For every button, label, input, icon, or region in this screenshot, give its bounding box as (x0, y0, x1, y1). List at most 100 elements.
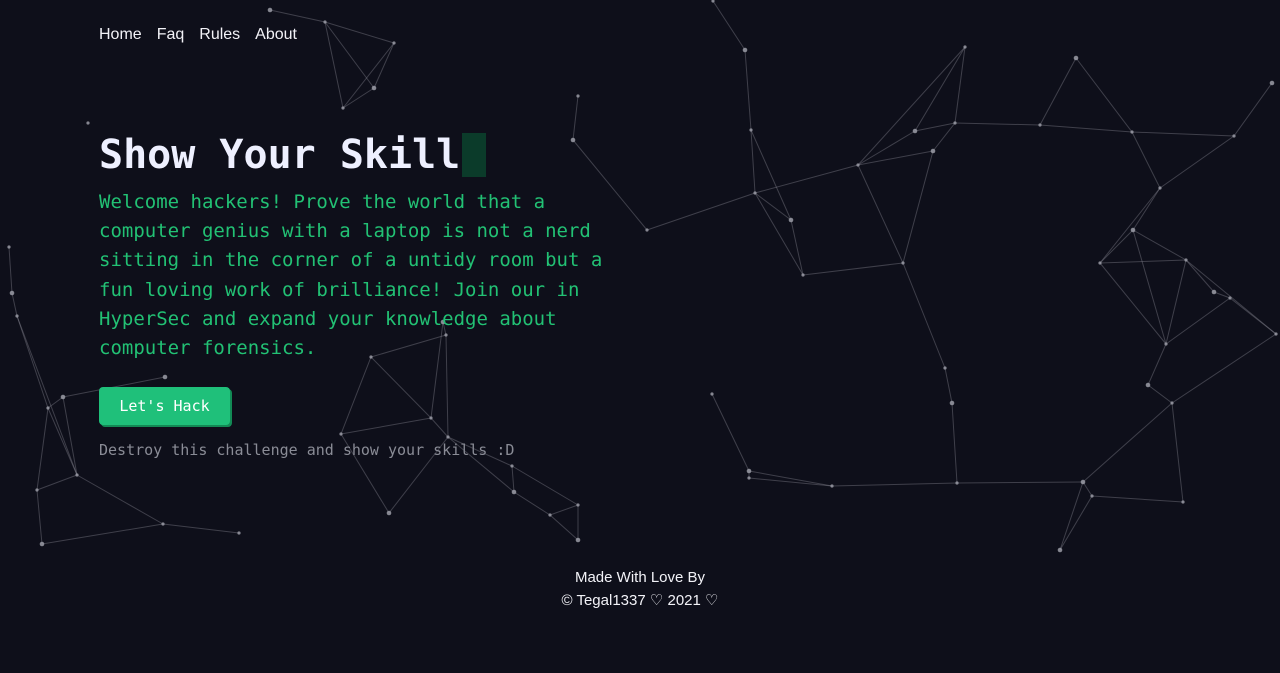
particle-node (953, 121, 957, 125)
particle-node (1073, 55, 1079, 61)
particle-node (341, 106, 345, 110)
particle-link (857, 164, 904, 264)
top-navigation: Home Faq Rules About (99, 26, 297, 44)
particle-link (269, 9, 326, 23)
particle-link (1233, 82, 1273, 137)
particle-link (1099, 259, 1187, 264)
particle-node (7, 245, 11, 249)
particle-node (429, 416, 433, 420)
particle-node (1098, 261, 1102, 265)
particle-node (830, 484, 834, 488)
particle-node (1181, 500, 1185, 504)
particle-link (754, 192, 804, 276)
particle-node (548, 513, 552, 517)
particle-link (802, 262, 904, 276)
particle-node (9, 290, 15, 296)
nav-faq-link[interactable]: Faq (157, 26, 185, 44)
particle-link (790, 219, 804, 276)
particle-link (1159, 135, 1235, 189)
particle-link (511, 465, 515, 493)
particle-link (1171, 402, 1184, 503)
particle-link (8, 246, 13, 294)
particle-link (340, 356, 372, 435)
particle-link (956, 481, 1084, 484)
particle-link (76, 474, 164, 525)
particle-node (742, 47, 748, 53)
particle-node (46, 406, 50, 410)
particle-link (1213, 291, 1231, 299)
particle-node (1080, 479, 1086, 485)
particle-link (549, 504, 579, 516)
nav-rules-link[interactable]: Rules (199, 26, 240, 44)
particle-link (744, 49, 752, 131)
particle-node (1170, 401, 1174, 405)
particle-link (1147, 343, 1167, 386)
footer-made-with-love: Made With Love By (574, 569, 706, 586)
particle-link (1059, 481, 1084, 551)
particle-link (1091, 495, 1184, 503)
particle-node (746, 468, 752, 474)
hero-title: Show Your Skill (99, 132, 461, 178)
hero-title-container: Show Your Skill (99, 130, 629, 180)
particle-link (712, 0, 746, 51)
particle-link (47, 407, 78, 476)
nav-about-link[interactable]: About (255, 26, 297, 44)
nav-home-link[interactable]: Home (99, 26, 142, 44)
particle-link (511, 465, 579, 506)
particle-node (955, 481, 959, 485)
particle-link (944, 367, 953, 404)
particle-node (323, 20, 327, 24)
particle-node (237, 531, 241, 535)
footer-copyright: © Tegal1337 ♡ 2021 ♡ (561, 592, 719, 609)
particle-link (342, 87, 375, 109)
particle-node (1211, 289, 1217, 295)
particle-node (1145, 382, 1151, 388)
particle-link (902, 150, 934, 264)
particle-link (754, 164, 859, 194)
particle-link (36, 474, 78, 491)
particle-node (1090, 494, 1094, 498)
particle-link (36, 407, 49, 491)
particle-node (963, 45, 967, 49)
particle-link (914, 46, 966, 132)
particle-link (954, 122, 1041, 126)
particle-link (11, 292, 18, 317)
particle-link (902, 262, 946, 369)
lets-hack-button[interactable]: Let's Hack (99, 387, 230, 425)
particle-link (373, 42, 395, 89)
particle-link (513, 491, 551, 516)
particle-link (1147, 384, 1173, 404)
particle-link (162, 523, 240, 534)
particle-link (914, 122, 956, 132)
particle-node (912, 128, 918, 134)
particle-node (1038, 123, 1042, 127)
particle-node (1057, 547, 1063, 553)
particle-node (930, 148, 936, 154)
particle-node (267, 7, 273, 13)
particle-node (339, 432, 343, 436)
particle-node (39, 541, 45, 547)
particle-node (576, 503, 580, 507)
particle-node (392, 41, 396, 45)
particle-link (1082, 402, 1173, 483)
particle-node (753, 191, 757, 195)
particle-node (371, 85, 377, 91)
particle-link (1185, 259, 1215, 293)
particle-node (645, 228, 649, 232)
particle-link (1099, 262, 1167, 345)
particle-node (749, 128, 753, 132)
typing-cursor (462, 133, 487, 177)
particle-node (901, 261, 905, 265)
particle-link (1132, 187, 1161, 231)
particle-node (15, 314, 19, 318)
particle-link (1132, 229, 1167, 345)
particle-node (446, 435, 450, 439)
particle-node (162, 374, 168, 380)
particle-node (788, 217, 794, 223)
particle-node (60, 394, 66, 400)
particle-link (1082, 481, 1093, 497)
particle-link (324, 21, 395, 44)
particle-link (1099, 229, 1134, 264)
particle-node (1232, 134, 1236, 138)
particle-node (1130, 227, 1136, 233)
